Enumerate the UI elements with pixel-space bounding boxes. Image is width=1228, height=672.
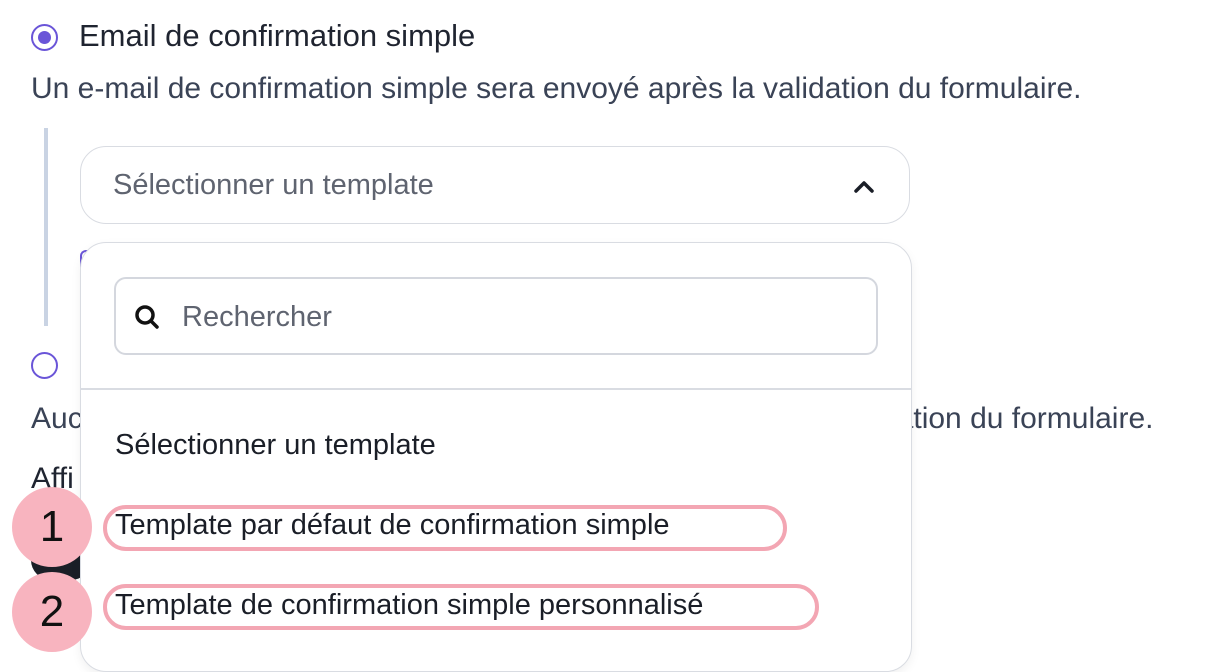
chevron-up-icon (854, 181, 874, 193)
radio-option-2[interactable] (31, 352, 58, 379)
option-2-description-right: dation du formulaire. (880, 402, 1154, 435)
search-icon (135, 305, 159, 329)
radio-email-simple[interactable] (31, 24, 58, 51)
dropdown-divider (81, 388, 911, 390)
template-select-placeholder: Sélectionner un template (113, 169, 434, 201)
option-email-simple-description: Un e-mail de confirmation simple sera en… (31, 72, 1082, 105)
dropdown-item-placeholder[interactable]: Sélectionner un template (115, 429, 436, 462)
option-2-description-left: Auc (31, 402, 83, 435)
template-dropdown: Rechercher Sélectionner un template Temp… (80, 242, 912, 672)
search-placeholder: Rechercher (182, 301, 332, 333)
template-select[interactable]: Sélectionner un template (80, 146, 910, 224)
annotation-badge-2: 2 (12, 572, 92, 652)
annotation-badge-1: 1 (12, 487, 92, 567)
option-email-simple-title: Email de confirmation simple (79, 18, 476, 53)
option-detail-rail (44, 128, 48, 326)
dropdown-item-default-template[interactable]: Template par défaut de confirmation simp… (115, 509, 670, 542)
search-input[interactable]: Rechercher (114, 277, 878, 355)
dropdown-item-custom-template[interactable]: Template de confirmation simple personna… (115, 589, 703, 622)
